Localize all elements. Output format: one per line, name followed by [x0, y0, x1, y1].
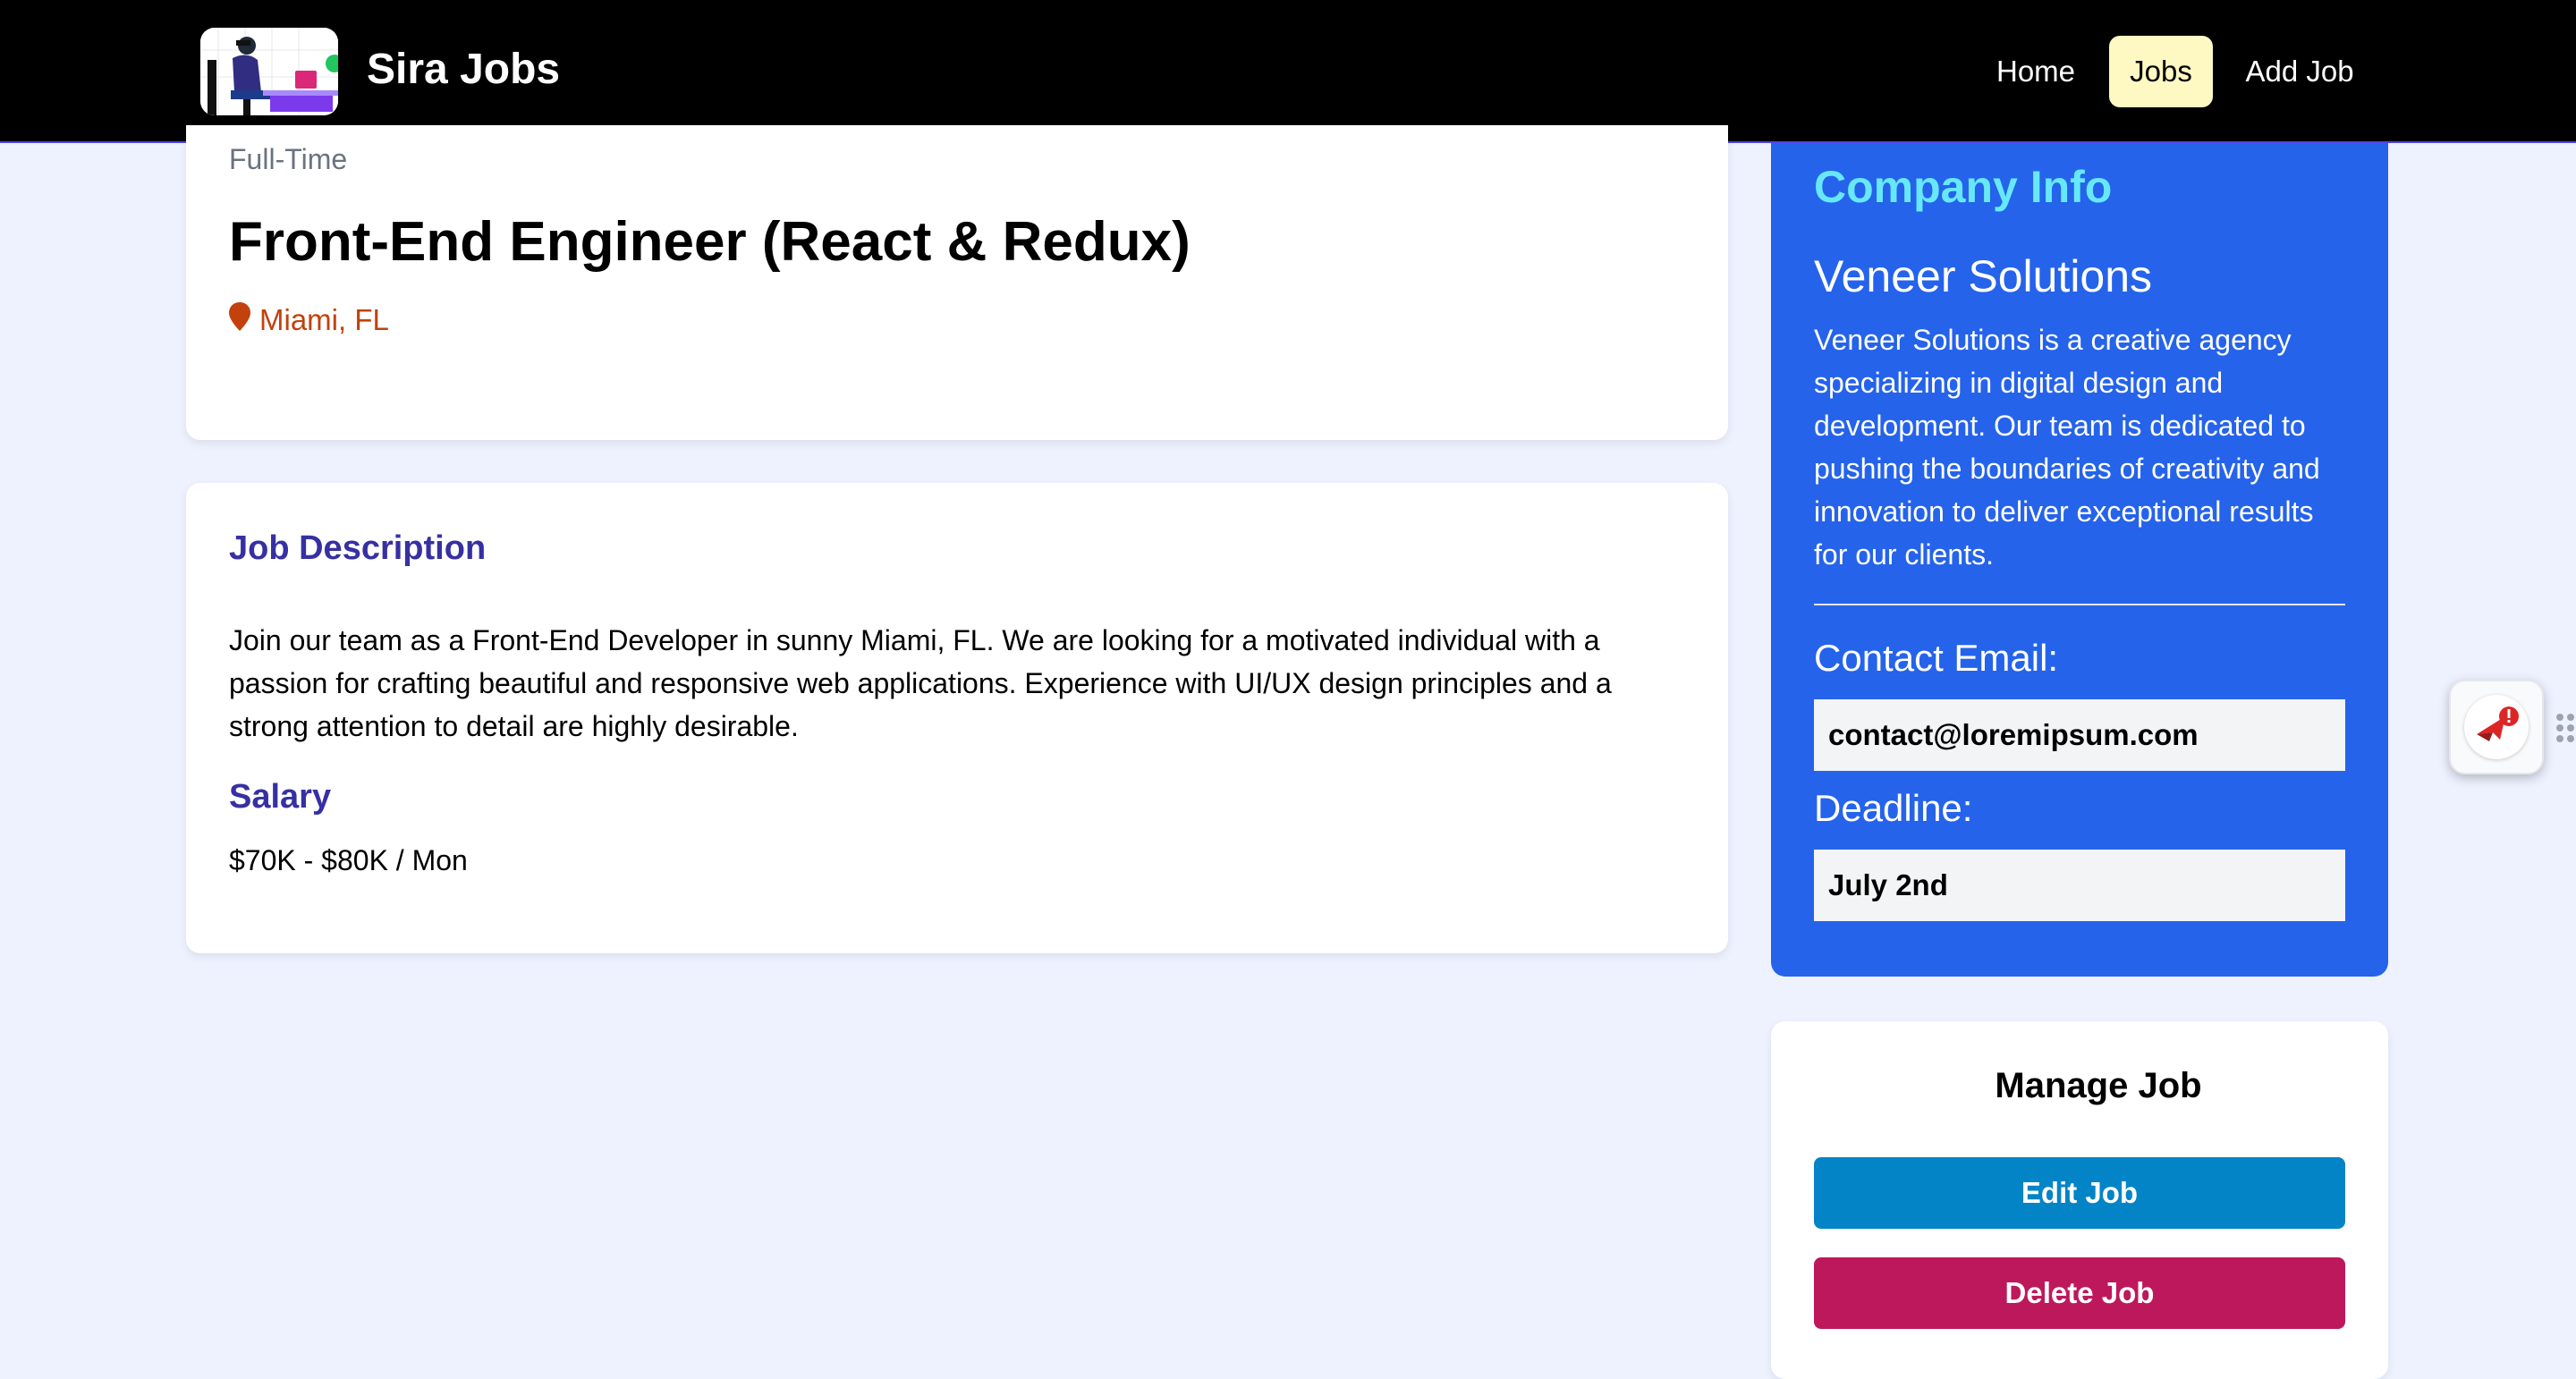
deadline-label: Deadline: [1814, 787, 1973, 829]
company-info-card: Company Info Veneer Solutions Veneer Sol… [1771, 143, 2388, 977]
job-description-text: Join our team as a Front-End Developer i… [229, 624, 1612, 742]
job-title: Front-End Engineer (React & Redux) [229, 211, 1191, 273]
floating-widget-button[interactable] [2449, 680, 2544, 774]
nav-jobs-link[interactable]: Jobs [2109, 36, 2213, 107]
edit-job-button[interactable]: Edit Job [1814, 1157, 2345, 1229]
company-info-heading: Company Info [1814, 162, 2113, 212]
nav-home-link[interactable]: Home [1979, 36, 2093, 107]
paper-plane-alert-icon [2464, 695, 2529, 759]
drag-handle-icon[interactable] [2555, 712, 2576, 744]
manage-job-card: Manage Job Edit Job Delete Job [1771, 1021, 2388, 1379]
nav-add-job-link[interactable]: Add Job [2233, 36, 2367, 107]
company-name: Veneer Solutions [1814, 251, 2153, 301]
job-description-card: Job Description Join our team as a Front… [186, 483, 1728, 953]
job-header-card: Full-Time Front-End Engineer (React & Re… [186, 125, 1728, 440]
divider [1814, 604, 2345, 605]
salary-heading: Salary [229, 778, 332, 816]
logo[interactable] [200, 28, 338, 115]
deadline-value: July 2nd [1814, 850, 2345, 921]
delete-job-button[interactable]: Delete Job [1814, 1257, 2345, 1329]
salary-value: $70K - $80K / Mon [229, 844, 468, 876]
description-heading: Job Description [229, 529, 487, 567]
manage-job-title: Manage Job [1995, 1066, 2202, 1105]
top-navbar: Sira Jobs Home Jobs Add Job [0, 0, 2576, 143]
company-description: Veneer Solutions is a creative agency sp… [1814, 324, 2320, 571]
contact-email-label: Contact Email: [1814, 637, 2059, 679]
logo-illustration [200, 28, 338, 115]
job-location-text: Miami, FL [259, 303, 389, 336]
map-pin-icon [229, 302, 250, 338]
job-location: Miami, FL [229, 302, 389, 338]
contact-email-value[interactable]: contact@loremipsum.com [1814, 699, 2345, 771]
job-type: Full-Time [229, 143, 348, 175]
brand-name[interactable]: Sira Jobs [367, 45, 560, 94]
